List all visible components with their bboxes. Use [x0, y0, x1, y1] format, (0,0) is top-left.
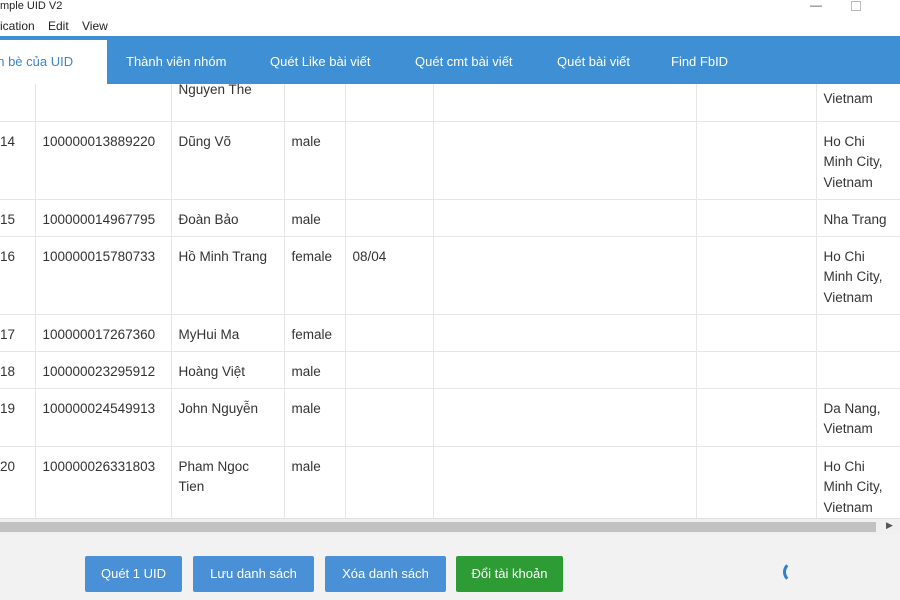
- cell-name: Dũng Võ: [171, 121, 285, 200]
- cell-location: Vietnam: [823, 91, 873, 106]
- friend-list-grid[interactable]: Nguyen The Vietnam 14 100000013889220 Dũ…: [0, 84, 900, 518]
- tab-bar: ạn bè của UID Thành viên nhóm Quét Like …: [0, 36, 900, 84]
- cell-location: Nha Trang: [816, 199, 900, 237]
- cell-stt: 18: [0, 351, 36, 389]
- cell-birthday: [345, 446, 434, 518]
- menu-edit[interactable]: Edit: [48, 19, 69, 33]
- tab-thanh-vien-nhom[interactable]: Thành viên nhóm: [126, 36, 226, 84]
- cell-gender: female: [284, 314, 346, 352]
- cell-name: Nguyen The: [178, 84, 252, 97]
- cell-stt: 16: [0, 236, 36, 315]
- minimize-icon[interactable]: —: [810, 0, 822, 12]
- save-list-button[interactable]: Lưu danh sách: [193, 556, 314, 592]
- tab-quet-cmt-bai-viet[interactable]: Quét cmt bài viết: [415, 36, 513, 84]
- table-row[interactable]: 14 100000013889220 Dũng Võ male Ho Chi M…: [0, 121, 900, 200]
- menu-application[interactable]: ication: [0, 19, 35, 33]
- cell-uid: 100000023295912: [35, 351, 172, 389]
- cell-birthday: [345, 199, 434, 237]
- table-row[interactable]: Nguyen The Vietnam: [0, 84, 900, 122]
- cell-uid: 100000013889220: [35, 121, 172, 200]
- table-row[interactable]: 17 100000017267360 MyHui Ma female: [0, 314, 900, 352]
- cell-name: John Nguyễn: [171, 388, 285, 447]
- cell-uid: 100000024549913: [35, 388, 172, 447]
- cell-uid: 100000015780733: [35, 236, 172, 315]
- clear-list-button[interactable]: Xóa danh sách: [325, 556, 446, 592]
- menu-view[interactable]: View: [82, 19, 108, 33]
- tab-ban-be-cua-uid[interactable]: ạn bè của UID: [0, 40, 107, 84]
- menu-bar: ication Edit View: [0, 16, 900, 36]
- cell-uid: 100000026331803: [35, 446, 172, 518]
- cell-location: Da Nang, Vietnam: [816, 388, 900, 447]
- title-bar: mple UID V2 —: [0, 0, 900, 16]
- cell-birthday: [345, 314, 434, 352]
- horizontal-scrollbar[interactable]: ▶: [0, 518, 900, 535]
- cell-birthday: [345, 121, 434, 200]
- window-title: mple UID V2: [0, 0, 63, 12]
- cell-gender: male: [284, 388, 346, 447]
- footer-toolbar: Quét 1 UID Lưu danh sách Xóa danh sách Đ…: [0, 535, 900, 600]
- maximize-icon[interactable]: [851, 1, 861, 11]
- cell-location: [816, 314, 900, 352]
- cell-gender: male: [284, 121, 346, 200]
- table-row[interactable]: 16 100000015780733 Hồ Minh Trang female …: [0, 236, 900, 315]
- cell-location: [816, 351, 900, 389]
- cell-stt: 19: [0, 388, 36, 447]
- tab-quet-bai-viet[interactable]: Quét bài viết: [557, 36, 630, 84]
- cell-name: MyHui Ma: [171, 314, 285, 352]
- cell-name: Đoàn Bảo: [171, 199, 285, 237]
- cell-location: Ho Chi Minh City, Vietnam: [816, 121, 900, 200]
- cell-birthday: [345, 388, 434, 447]
- table-row[interactable]: 15 100000014967795 Đoàn Bảo male Nha Tra…: [0, 199, 900, 237]
- loading-spinner-icon: [783, 561, 805, 583]
- cell-gender: female: [284, 236, 346, 315]
- cell-location: Ho Chi Minh City, Vietnam: [816, 236, 900, 315]
- table-row[interactable]: 19 100000024549913 John Nguyễn male Da N…: [0, 388, 900, 447]
- cell-gender: male: [284, 351, 346, 389]
- table-row[interactable]: 18 100000023295912 Hoàng Việt male: [0, 351, 900, 389]
- scrollbar-thumb[interactable]: [0, 522, 876, 532]
- tab-find-fbid[interactable]: Find FbID: [671, 36, 728, 84]
- switch-account-button[interactable]: Đổi tài khoản: [456, 556, 563, 592]
- cell-name: Hồ Minh Trang: [171, 236, 285, 315]
- cell-birthday: 08/04: [345, 236, 434, 315]
- cell-stt: 15: [0, 199, 36, 237]
- cell-uid: 100000017267360: [35, 314, 172, 352]
- cell-name: Pham Ngoc Tien: [171, 446, 285, 518]
- cell-location: Ho Chi Minh City, Vietnam: [823, 458, 883, 515]
- cell-stt: 20: [0, 446, 36, 518]
- table-row[interactable]: 20 100000026331803 Pham Ngoc Tien male H…: [0, 446, 900, 518]
- scan-uid-button[interactable]: Quét 1 UID: [85, 556, 182, 592]
- cell-stt: 14: [0, 121, 36, 200]
- cell-name: Hoàng Việt: [171, 351, 285, 389]
- cell-birthday: [345, 351, 434, 389]
- tab-quet-like-bai-viet[interactable]: Quét Like bài viết: [270, 36, 370, 84]
- cell-uid: 100000014967795: [35, 199, 172, 237]
- cell-gender: male: [284, 199, 346, 237]
- scroll-right-icon[interactable]: ▶: [886, 520, 893, 531]
- cell-stt: 17: [0, 314, 36, 352]
- cell-gender: male: [284, 446, 346, 518]
